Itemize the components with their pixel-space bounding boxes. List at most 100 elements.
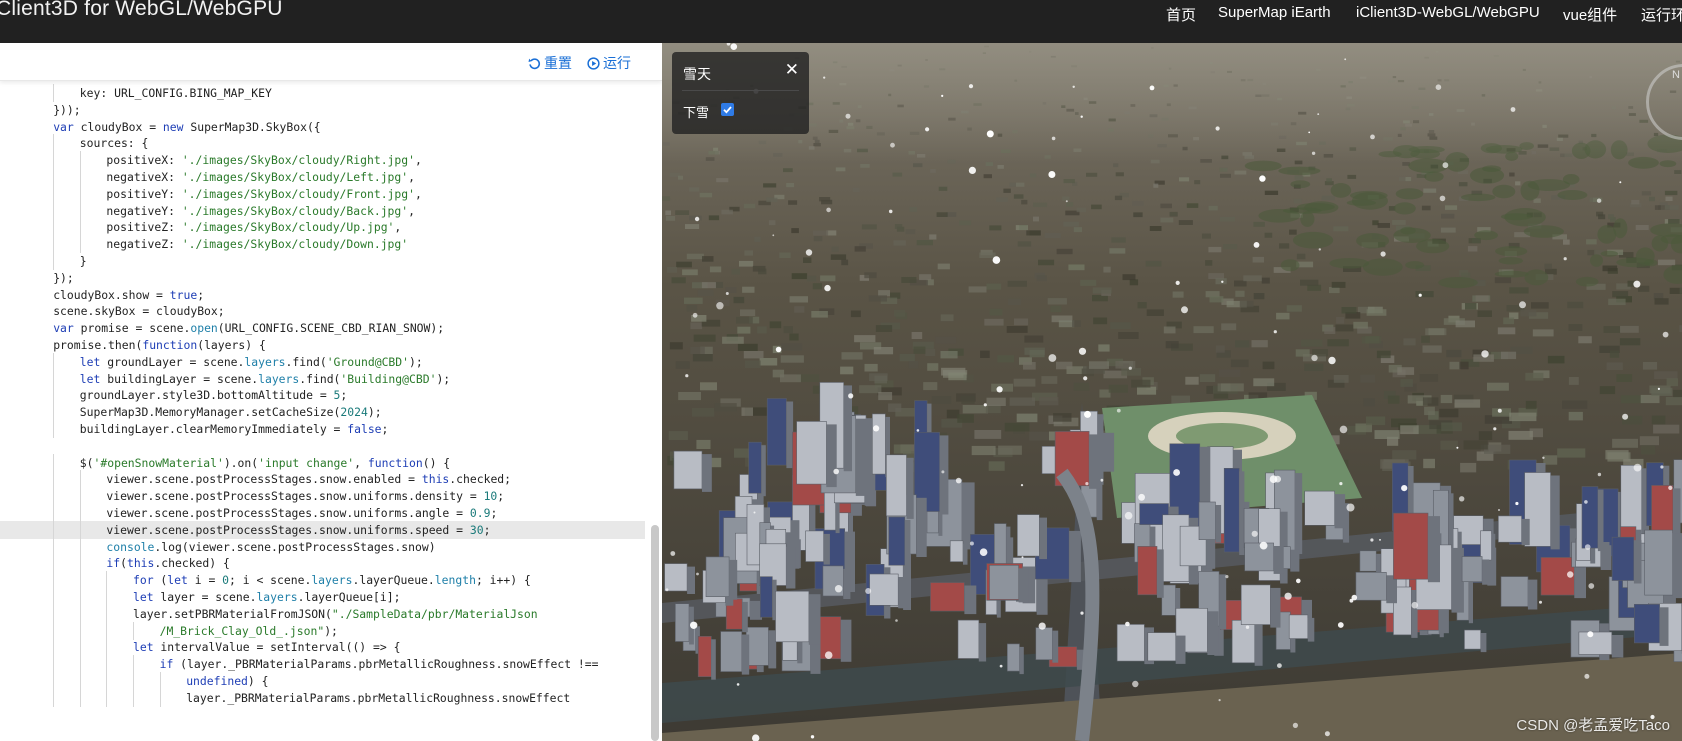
watermark: CSDN @老孟爱吃Taco [1516, 717, 1670, 734]
code-line[interactable]: negativeY: './images/SkyBox/cloudy/Back.… [0, 201, 645, 220]
code-area[interactable]: key: URL_CONFIG.BING_MAP_KEY})); var clou… [0, 84, 650, 741]
snowflake [1259, 541, 1268, 550]
code-line[interactable]: SuperMap3D.MemoryManager.setCacheSize(20… [0, 403, 645, 422]
reset-button[interactable]: 重置 [528, 53, 572, 73]
code-line[interactable]: var promise = scene.open(URL_CONFIG.SCEN… [0, 319, 645, 337]
code-token: viewer.scene.postProcessStages.snow.unif… [106, 506, 470, 520]
code-line[interactable]: layer.setPBRMaterialFromJSON("./SampleDa… [0, 604, 645, 623]
terrain-block [714, 403, 737, 412]
snowflake [834, 585, 843, 593]
terrain-block [769, 321, 782, 329]
snowflake [753, 511, 756, 514]
map-viewport[interactable]: N 雪天 ✕ 下雪 CSDN @老孟爱吃Taco [662, 43, 1682, 741]
building [1464, 629, 1482, 650]
snowflake [1128, 366, 1132, 370]
code-token: var [53, 321, 74, 336]
code-line[interactable]: viewer.scene.postProcessStages.snow.unif… [0, 487, 645, 506]
snowflake [1173, 469, 1180, 476]
code-line[interactable]: if(this.checked) { [0, 554, 645, 573]
code-line[interactable]: let groundLayer = scene.layers.find('Gro… [0, 352, 645, 371]
code-line[interactable]: console.log(viewer.scene.postProcessStag… [0, 537, 645, 556]
nav-item-vue-components[interactable]: vue组件 [1563, 4, 1617, 25]
code-line[interactable]: buildingLayer.clearMemoryImmediately = f… [0, 420, 645, 438]
vegetation-patch [1300, 211, 1315, 228]
code-line[interactable]: /M_Brick_Clay_Old_.json"); [0, 621, 645, 640]
code-line[interactable]: negativeZ: './images/SkyBox/cloudy/Down.… [0, 235, 645, 254]
snowflake [1411, 601, 1418, 609]
editor-scrollbar[interactable] [651, 525, 659, 741]
nav-item-runtime-env[interactable]: 运行环 [1641, 4, 1682, 25]
code-token: ; [340, 388, 348, 403]
code-token: ; i < scene. [229, 573, 312, 588]
code-line[interactable]: promise.then(function(layers) { [0, 336, 645, 354]
code-line[interactable]: positiveZ: './images/SkyBox/cloudy/Up.jp… [0, 218, 645, 237]
code-line[interactable]: viewer.scene.postProcessStages.snow.unif… [0, 504, 645, 522]
code-line[interactable]: undefined) { [0, 672, 645, 690]
vegetation-patch [1498, 257, 1523, 265]
terrain-block [766, 197, 778, 203]
terrain-block [1252, 256, 1264, 263]
code-line[interactable]: viewer.scene.postProcessStages.snow.enab… [0, 470, 645, 489]
snow-checkbox[interactable] [721, 103, 734, 116]
building-side [1239, 471, 1245, 555]
top-navbar: Client3D for WebGL/WebGPU 首页 SuperMap iE… [0, 0, 1682, 43]
nav-item-home[interactable]: 首页 [1166, 4, 1196, 25]
building [1223, 467, 1240, 553]
indent-guide [106, 588, 108, 606]
indent-guide [106, 638, 108, 657]
code-line[interactable]: positiveY: './images/SkyBox/cloudy/Front… [0, 184, 645, 203]
terrain-block [1608, 214, 1614, 220]
building-side [939, 435, 949, 515]
terrain-block [1253, 293, 1265, 300]
code-token: 2024 [340, 405, 368, 420]
snowflake [1563, 257, 1567, 261]
code-line[interactable]: scene.skyBox = cloudyBox; [0, 302, 645, 320]
snowflake [969, 541, 974, 546]
terrain-block [1163, 326, 1176, 334]
code-line[interactable]: if (layer._PBRMaterialParams.pbrMetallic… [0, 655, 645, 674]
building-side [1334, 494, 1346, 529]
code-line[interactable]: let layer = scene.layers.layerQueue[i]; [0, 588, 645, 606]
terrain-block [1058, 320, 1075, 328]
snowflake [1125, 621, 1130, 627]
snowflake [692, 312, 698, 318]
code-line[interactable]: cloudyBox.show = true; [0, 286, 645, 304]
terrain-block [684, 297, 703, 304]
snowflake [824, 284, 831, 292]
code-line[interactable]: key: URL_CONFIG.BING_MAP_KEY [0, 84, 645, 102]
code-token: .find( [285, 354, 327, 369]
code-line[interactable]: })); [0, 101, 645, 119]
building [1137, 546, 1158, 596]
code-line[interactable] [0, 437, 645, 455]
code-line[interactable]: var cloudyBox = new SuperMap3D.SkyBox({ [0, 118, 645, 136]
code-line[interactable]: }); [0, 269, 645, 287]
building [886, 454, 907, 517]
code-line[interactable]: viewer.scene.postProcessStages.snow.unif… [0, 520, 645, 539]
terrain-block [1007, 280, 1027, 287]
terrain-block [1578, 336, 1592, 344]
terrain-block [1137, 302, 1147, 309]
code-line[interactable]: } [0, 252, 645, 270]
code-line[interactable]: $('#openSnowMaterial').on('input change'… [0, 453, 645, 472]
code-line[interactable]: for (let i = 0; i < scene.layers.layerQu… [0, 571, 645, 590]
snowflake [1078, 347, 1087, 355]
code-line[interactable]: groundLayer.style3D.bottomAltitude = 5; [0, 386, 645, 405]
code-line[interactable]: let intervalValue = setInterval(() => { [0, 638, 645, 657]
close-icon[interactable]: ✕ [785, 61, 799, 78]
terrain-block [1599, 386, 1616, 395]
terrain-block [888, 403, 902, 412]
code-line[interactable]: negativeX: './images/SkyBox/cloudy/Left.… [0, 168, 645, 186]
terrain-block [1016, 182, 1025, 187]
code-line[interactable]: positiveX: './images/SkyBox/cloudy/Right… [0, 151, 645, 170]
snowflake [890, 142, 895, 148]
terrain-block [1508, 430, 1533, 440]
code-line[interactable]: let buildingLayer = scene.layers.find('B… [0, 369, 645, 388]
code-line[interactable]: layer._PBRMaterialParams.pbrMetallicRoug… [0, 688, 645, 707]
run-button[interactable]: 运行 [587, 53, 631, 73]
nav-item-iclient3d[interactable]: iClient3D-WebGL/WebGPU [1356, 4, 1540, 21]
indent-guide [159, 672, 161, 690]
building-side [898, 577, 909, 609]
code-line[interactable]: sources: { [0, 134, 645, 153]
nav-item-supermap-iearth[interactable]: SuperMap iEarth [1218, 4, 1331, 21]
terrain-block [984, 318, 1004, 326]
